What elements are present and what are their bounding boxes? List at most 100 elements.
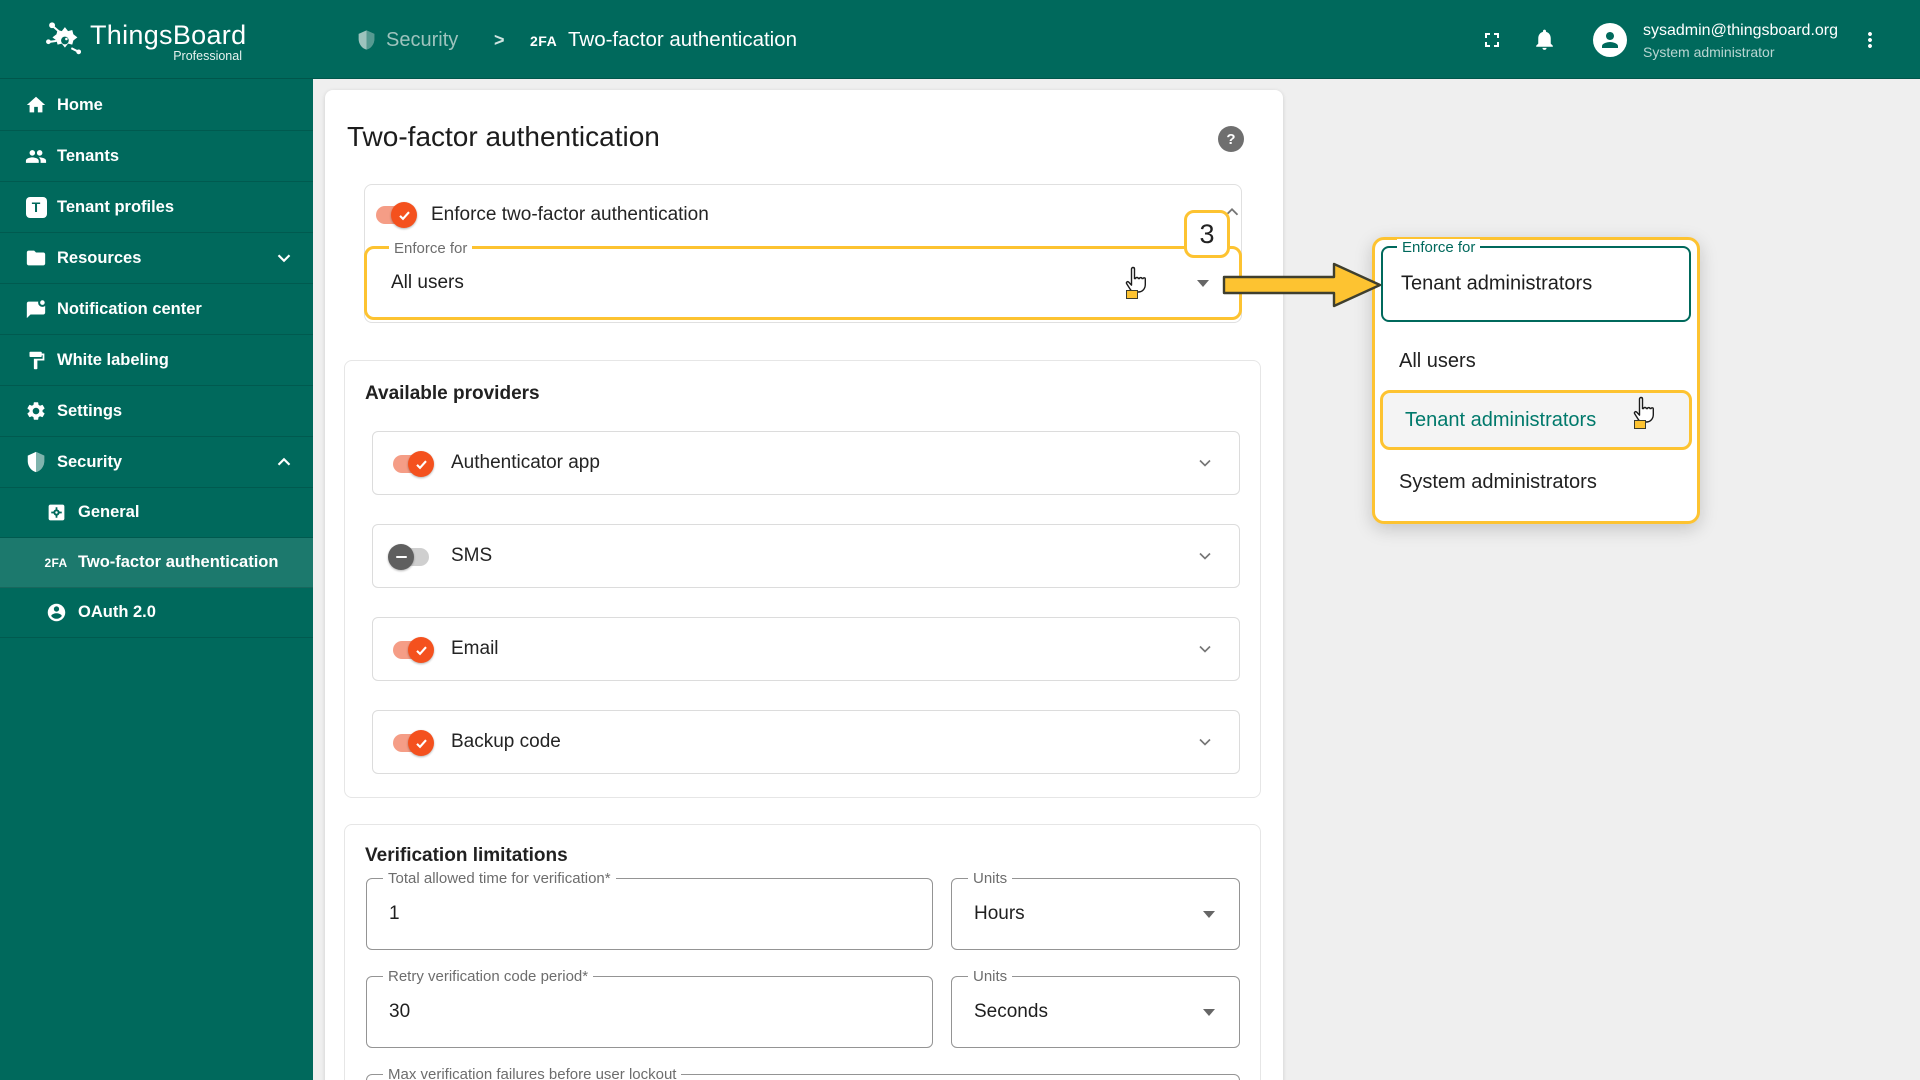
field-label: Retry verification code period* (383, 968, 593, 985)
settings-gear-icon (25, 400, 47, 422)
sidebar-item-general[interactable]: General (0, 488, 313, 538)
oauth-account-icon (45, 602, 67, 624)
enforce-for-label: Enforce for (389, 240, 472, 257)
tenants-icon (25, 145, 47, 167)
check-icon (408, 637, 434, 663)
enforce-for-select[interactable]: Enforce for All users (364, 246, 1242, 320)
sidebar-item-settings[interactable]: Settings (0, 386, 313, 437)
provider-row-backup-code[interactable]: Backup code (372, 710, 1240, 774)
provider-label: Backup code (451, 731, 561, 753)
notification-center-icon (25, 298, 47, 320)
cursor-hand-icon (1122, 266, 1148, 301)
chevron-down-icon[interactable] (1195, 732, 1215, 757)
provider-row-authenticator-app[interactable]: Authenticator app (372, 431, 1240, 495)
enforce-for-dropdown-overlay: Enforce for Tenant administrators All us… (1372, 237, 1700, 524)
chevron-down-icon (273, 247, 295, 269)
thingsboard-logo[interactable] (42, 15, 86, 68)
breadcrumb-separator: > (494, 30, 505, 51)
enforce-2fa-toggle[interactable] (374, 202, 414, 228)
sidebar-item-notification-center[interactable]: Notification center (0, 284, 313, 335)
sidebar-item-label: Notification center (57, 300, 202, 319)
chevron-down-icon[interactable] (1195, 639, 1215, 664)
option-system-administrators[interactable]: System administrators (1375, 456, 1697, 508)
retry-period-units-select[interactable]: Units Seconds (951, 976, 1240, 1048)
cursor-hand-icon (1630, 396, 1656, 431)
general-settings-icon (45, 502, 67, 524)
user-info[interactable]: sysadmin@thingsboard.org System administ… (1643, 22, 1838, 60)
sidebar-item-two-factor-authentication[interactable]: 2FA Two-factor authentication (0, 538, 313, 588)
notifications-bell-icon[interactable] (1532, 27, 1557, 57)
field-value: 30 (389, 1001, 410, 1023)
fullscreen-icon[interactable] (1480, 28, 1504, 57)
provider-label: Email (451, 638, 499, 660)
help-icon[interactable]: ? (1218, 126, 1244, 152)
overlay-field-value: Tenant administrators (1401, 273, 1592, 296)
sidebar-item-oauth[interactable]: OAuth 2.0 (0, 588, 313, 638)
provider-row-email[interactable]: Email (372, 617, 1240, 681)
retry-period-field[interactable]: Retry verification code period* 30 (366, 976, 933, 1048)
verification-heading: Verification limitations (365, 845, 568, 867)
sidebar-item-label: Home (57, 96, 103, 115)
sidebar-item-label: White labeling (57, 351, 169, 370)
logo-bug-icon (42, 15, 86, 63)
tenant-profiles-icon: T (25, 196, 47, 218)
logo-subtitle: Professional (90, 49, 242, 63)
field-value: 1 (389, 903, 400, 925)
total-time-units-select[interactable]: Units Hours (951, 878, 1240, 950)
sidebar-item-tenants[interactable]: Tenants (0, 131, 313, 182)
enforce-for-value: All users (391, 272, 464, 294)
sidebar-item-resources[interactable]: Resources (0, 233, 313, 284)
field-value: Hours (974, 903, 1025, 925)
click-indicator (1126, 290, 1138, 299)
check-icon (408, 451, 434, 477)
sidebar-item-label: Settings (57, 402, 122, 421)
total-allowed-time-field[interactable]: Total allowed time for verification* 1 (366, 878, 933, 950)
field-label: Units (968, 968, 1012, 985)
user-avatar[interactable] (1593, 23, 1627, 57)
backup-code-toggle[interactable] (391, 730, 431, 756)
person-icon (1598, 28, 1622, 52)
max-failures-field[interactable]: Max verification failures before user lo… (366, 1074, 1240, 1080)
more-vert-icon[interactable] (1858, 28, 1882, 57)
sidebar-item-security[interactable]: Security (0, 437, 313, 488)
page-title: Two-factor authentication (347, 121, 660, 153)
logo-title: ThingsBoard (90, 20, 246, 51)
sidebar-item-home[interactable]: Home (0, 80, 313, 131)
field-label: Total allowed time for verification* (383, 870, 616, 887)
sidebar-item-white-labeling[interactable]: White labeling (0, 335, 313, 386)
sidebar-item-label: Two-factor authentication (78, 553, 278, 572)
field-label: Max verification failures before user lo… (383, 1066, 681, 1080)
provider-label: SMS (451, 545, 492, 567)
available-providers-card: Available providers Authenticator app SM… (344, 360, 1261, 798)
chevron-down-icon[interactable] (1195, 453, 1215, 478)
authenticator-app-toggle[interactable] (391, 451, 431, 477)
sidebar-item-label: Security (57, 453, 122, 472)
sms-toggle[interactable] (391, 544, 431, 570)
twofa-icon: 2FA (45, 552, 67, 574)
providers-heading: Available providers (365, 383, 540, 405)
field-label: Units (968, 870, 1012, 887)
sidebar-item-label: Tenant profiles (57, 198, 174, 217)
sidebar-item-label: Resources (57, 249, 141, 268)
email-toggle[interactable] (391, 637, 431, 663)
select-caret-icon (1203, 1009, 1215, 1016)
step-badge: 3 (1184, 210, 1230, 258)
option-all-users[interactable]: All users (1375, 335, 1697, 387)
annotation-arrow (1222, 258, 1384, 312)
overlay-enforce-for-field[interactable]: Enforce for Tenant administrators (1381, 246, 1691, 322)
user-email: sysadmin@thingsboard.org (1643, 22, 1838, 40)
breadcrumb-parent[interactable]: Security (386, 29, 458, 52)
thingsboard-app: ThingsBoard Professional Security > 2FA … (0, 0, 1920, 1080)
provider-row-sms[interactable]: SMS (372, 524, 1240, 588)
top-header: ThingsBoard Professional Security > 2FA … (0, 0, 1920, 79)
chevron-down-icon[interactable] (1195, 546, 1215, 571)
sidebar-item-tenant-profiles[interactable]: T Tenant profiles (0, 182, 313, 233)
select-caret-icon (1197, 280, 1209, 287)
breadcrumb-2fa-icon: 2FA (530, 33, 557, 49)
click-indicator (1634, 420, 1646, 429)
check-icon (408, 730, 434, 756)
user-role: System administrator (1643, 44, 1838, 60)
security-shield-icon (25, 451, 47, 473)
provider-label: Authenticator app (451, 452, 600, 474)
sidebar-item-label: General (78, 503, 139, 522)
